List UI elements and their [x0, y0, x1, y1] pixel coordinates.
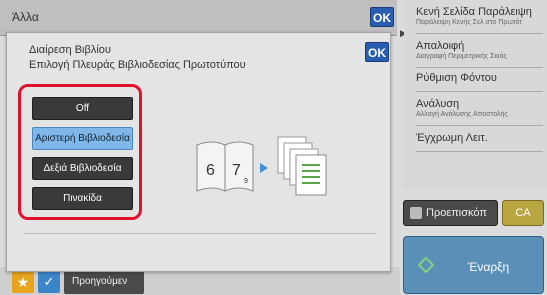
- book-divide-illustration: 6 7 9: [192, 133, 342, 203]
- rp-item-sub: Αλλαγή Ανάλυσης Αποστολής: [416, 111, 508, 118]
- screen-ok-button[interactable]: OK: [370, 7, 394, 27]
- rp-item-erase[interactable]: Απαλοιφή Διαγραφή Περιμετρικής Σκιάς: [416, 40, 543, 68]
- start-icon: [417, 256, 435, 274]
- book-divide-dialog: Διαίρεση Βιβλίου Επιλογή Πλευράς Βιβλιοδ…: [6, 32, 391, 272]
- rp-item-label: Κενή Σελίδα Παράλειψη: [416, 6, 532, 18]
- page-sub-number: 9: [244, 178, 248, 185]
- dialog-divider: [23, 233, 377, 234]
- start-label: Έναρξη: [468, 260, 510, 274]
- ca-button[interactable]: CA: [502, 200, 544, 226]
- rp-item-background[interactable]: Ρύθμιση Φόντου: [416, 72, 543, 92]
- screen-title: Άλλα: [12, 10, 39, 24]
- checkmark-icon[interactable]: ✓: [38, 271, 60, 293]
- dialog-subtitle: Επιλογή Πλευράς Βιβλιοδεσίας Πρωτοτύπου: [29, 59, 246, 71]
- top-bar: Άλλα: [0, 0, 397, 36]
- rp-item-sub: Διαγραφή Περιμετρικής Σκιάς: [416, 53, 507, 60]
- page-left-number: 6: [206, 162, 215, 179]
- binding-options-group: Off Αριστερή Βιβλιοδεσία Δεξιά Βιβλιοδεσ…: [18, 84, 142, 220]
- option-left-binding[interactable]: Αριστερή Βιβλιοδεσία: [32, 127, 133, 150]
- option-tablet[interactable]: Πινακίδα: [32, 187, 133, 210]
- book-to-pages-icon: 6 7 9: [196, 136, 327, 196]
- star-icon[interactable]: ★: [12, 271, 34, 293]
- dialog-title: Διαίρεση Βιβλίου: [29, 44, 111, 56]
- start-button[interactable]: Έναρξη: [403, 236, 544, 294]
- rp-item-blank-page-skip[interactable]: Κενή Σελίδα Παράλειψη Παράλειψη Κενής Σε…: [416, 6, 543, 34]
- right-panel: Κενή Σελίδα Παράλειψη Παράλειψη Κενής Σε…: [404, 0, 547, 190]
- rp-item-label: Ρύθμιση Φόντου: [416, 72, 497, 84]
- rp-item-resolution[interactable]: Ανάλυση Αλλαγή Ανάλυσης Αποστολής: [416, 98, 543, 126]
- preview-button[interactable]: Προεπισκόπ: [403, 200, 498, 226]
- rp-item-label: Ανάλυση: [416, 98, 460, 110]
- dialog-ok-button[interactable]: OK: [365, 42, 389, 62]
- previous-button[interactable]: Προηγούμεν: [64, 270, 144, 294]
- option-off[interactable]: Off: [32, 97, 133, 120]
- rp-item-label: Έγχρωμη Λειτ.: [416, 132, 488, 144]
- rp-item-color-mode[interactable]: Έγχρωμη Λειτ.: [416, 132, 543, 152]
- preview-label: Προεπισκόπ: [426, 207, 487, 219]
- page-right-number: 7: [232, 162, 241, 179]
- preview-icon: [410, 207, 422, 219]
- rp-item-label: Απαλοιφή: [416, 40, 465, 52]
- rp-item-sub: Παράλειψη Κενής Σελ στο Πρωτότ: [416, 19, 523, 26]
- option-right-binding[interactable]: Δεξιά Βιβλιοδεσία: [32, 157, 133, 180]
